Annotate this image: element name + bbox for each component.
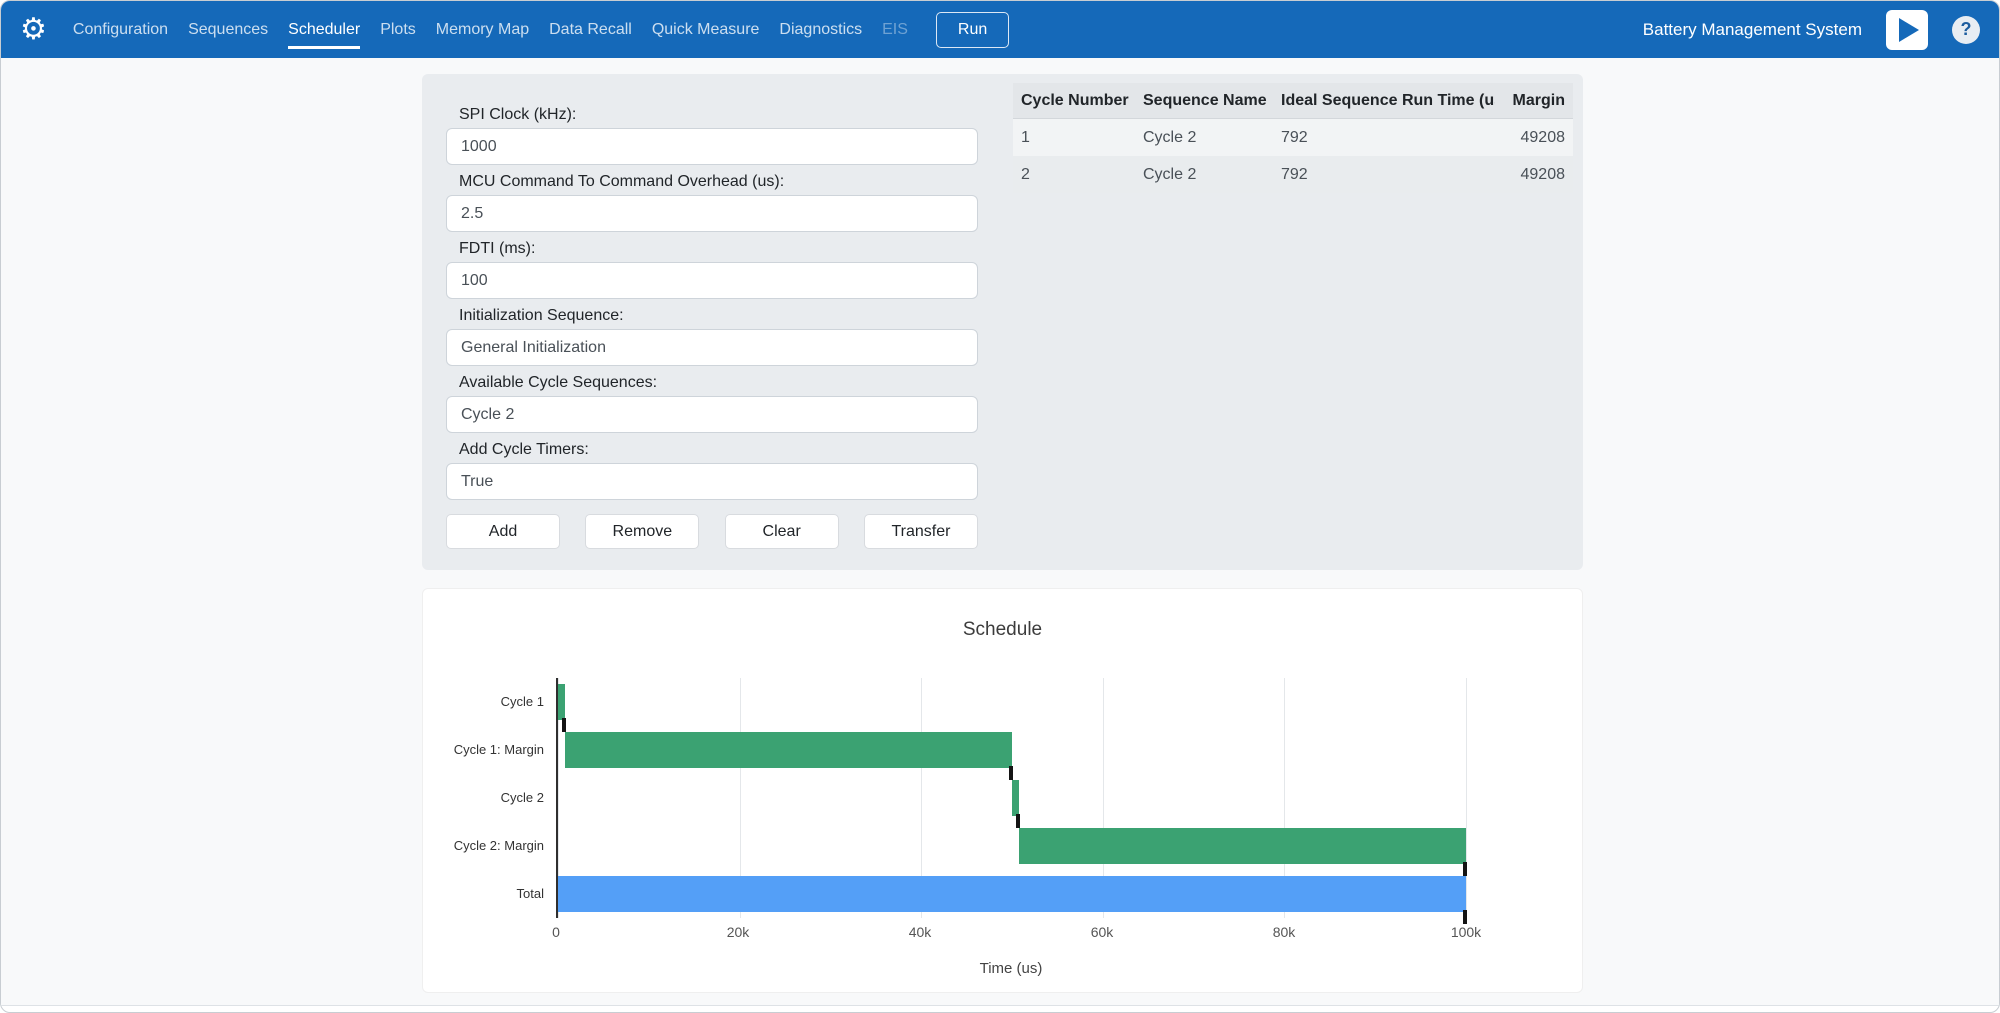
table-cell: 49208 [1495, 129, 1573, 147]
remove-button[interactable]: Remove [585, 514, 699, 549]
table-cell: 1 [1013, 129, 1135, 147]
chart-category-label: Cycle 1: Margin [454, 726, 544, 774]
chart-category-label: Cycle 2 [501, 774, 544, 822]
table-cell: 2 [1013, 166, 1135, 184]
field-input-initialization-sequence[interactable] [446, 329, 978, 366]
form-field: Add Cycle Timers: [446, 441, 978, 500]
table-row[interactable]: 2Cycle 279249208 [1013, 156, 1573, 193]
schedule-chart-card: Schedule Cycle 1Cycle 1: MarginCycle 2Cy… [422, 588, 1583, 993]
chart-bar-row [558, 678, 1466, 726]
form-buttons: Add Remove Clear Transfer [446, 514, 978, 549]
chart-x-axis-label: Time (us) [556, 960, 1466, 977]
app-window: ⚙ ConfigurationSequencesSchedulerPlotsMe… [0, 0, 2000, 1013]
field-label: SPI Clock (kHz): [459, 106, 978, 124]
nav-item-memory-map[interactable]: Memory Map [426, 1, 539, 58]
form-fields: SPI Clock (kHz): MCU Command To Command O… [446, 106, 978, 500]
chart-plot-area [556, 678, 1466, 918]
top-navbar: ⚙ ConfigurationSequencesSchedulerPlotsMe… [1, 1, 1999, 58]
run-button[interactable]: Run [936, 12, 1009, 48]
field-input-add-cycle-timers[interactable] [446, 463, 978, 500]
nav-item-diagnostics[interactable]: Diagnostics [769, 1, 872, 58]
table-row[interactable]: 1Cycle 279249208 [1013, 119, 1573, 156]
chart-bar-row [558, 822, 1466, 870]
nav-item-data-recall[interactable]: Data Recall [539, 1, 642, 58]
x-tick-label: 20k [727, 924, 750, 940]
nav-item-configuration[interactable]: Configuration [63, 1, 178, 58]
field-label: Add Cycle Timers: [459, 441, 978, 459]
table-header: Ideal Sequence Run Time (us) [1273, 92, 1495, 110]
chart-bar-row [558, 774, 1466, 822]
chart-category-label: Cycle 1 [501, 678, 544, 726]
table-header-row: Cycle NumberSequence NameIdeal Sequence … [1013, 83, 1573, 119]
form-field: SPI Clock (kHz): [446, 106, 978, 165]
field-input-fdti-ms[interactable] [446, 262, 978, 299]
x-tick-label: 0 [552, 924, 560, 940]
field-label: Initialization Sequence: [459, 307, 978, 325]
transfer-button[interactable]: Transfer [864, 514, 978, 549]
add-button[interactable]: Add [446, 514, 560, 549]
form-field: MCU Command To Command Overhead (us): [446, 173, 978, 232]
table-cell: 49208 [1495, 166, 1573, 184]
chart-bar-row [558, 870, 1466, 918]
table-cell: 792 [1273, 166, 1495, 184]
gear-icon[interactable]: ⚙ [20, 15, 47, 45]
table-header: Cycle Number [1013, 92, 1135, 110]
chart-bar-row [558, 726, 1466, 774]
play-icon [1899, 18, 1919, 42]
table-header: Sequence Name [1135, 92, 1273, 110]
x-tick-label: 100k [1451, 924, 1481, 940]
cycles-table: Cycle NumberSequence NameIdeal Sequence … [1013, 83, 1573, 193]
field-label: Available Cycle Sequences: [459, 374, 978, 392]
table-header: Margin [1495, 92, 1573, 110]
table-cell: Cycle 2 [1135, 129, 1273, 147]
chart-title: Schedule [423, 619, 1582, 641]
help-button[interactable]: ? [1952, 16, 1980, 44]
chart-x-ticks: 020k40k60k80k100k [556, 924, 1466, 944]
table-cell: Cycle 2 [1135, 166, 1273, 184]
nav-items: ConfigurationSequencesSchedulerPlotsMemo… [63, 1, 918, 58]
nav-item-scheduler[interactable]: Scheduler [278, 1, 370, 58]
chart-category-label: Cycle 2: Margin [454, 822, 544, 870]
chart-category-label: Total [517, 870, 544, 918]
field-label: FDTI (ms): [459, 240, 978, 258]
nav-item-sequences[interactable]: Sequences [178, 1, 278, 58]
nav-item-eis: EIS [872, 1, 918, 58]
clear-button[interactable]: Clear [725, 514, 839, 549]
field-input-spi-clock-khz[interactable] [446, 128, 978, 165]
form-field: Available Cycle Sequences: [446, 374, 978, 433]
table-cell: 792 [1273, 129, 1495, 147]
nav-item-quick-measure[interactable]: Quick Measure [642, 1, 770, 58]
scheduler-form: SPI Clock (kHz): MCU Command To Command O… [446, 106, 978, 549]
scheduler-config-panel: SPI Clock (kHz): MCU Command To Command O… [422, 74, 1583, 570]
chart-bar-cycle-1 [558, 684, 565, 720]
gridline [1466, 678, 1467, 918]
bar-end-marker [1463, 910, 1467, 924]
x-tick-label: 40k [909, 924, 932, 940]
play-button[interactable] [1886, 10, 1928, 50]
field-input-available-cycle-sequences[interactable] [446, 396, 978, 433]
help-icon: ? [1961, 19, 1972, 40]
chart-bar-cycle-2 [1012, 780, 1019, 816]
field-input-mcu-command-to-command-overhead-us[interactable] [446, 195, 978, 232]
form-field: Initialization Sequence: [446, 307, 978, 366]
main-content: SPI Clock (kHz): MCU Command To Command O… [1, 58, 1999, 1006]
chart-bar-cycle-1-margin [565, 732, 1012, 768]
chart-bar-cycle-2-margin [1019, 828, 1466, 864]
x-tick-label: 60k [1091, 924, 1114, 940]
chart-bar-total [558, 876, 1466, 912]
navbar-right: Battery Management System ? [1643, 10, 1980, 50]
table-body: 1Cycle 2792492082Cycle 279249208 [1013, 119, 1573, 193]
app-title: Battery Management System [1643, 20, 1862, 40]
x-tick-label: 80k [1273, 924, 1296, 940]
field-label: MCU Command To Command Overhead (us): [459, 173, 978, 191]
nav-item-plots[interactable]: Plots [370, 1, 426, 58]
form-field: FDTI (ms): [446, 240, 978, 299]
